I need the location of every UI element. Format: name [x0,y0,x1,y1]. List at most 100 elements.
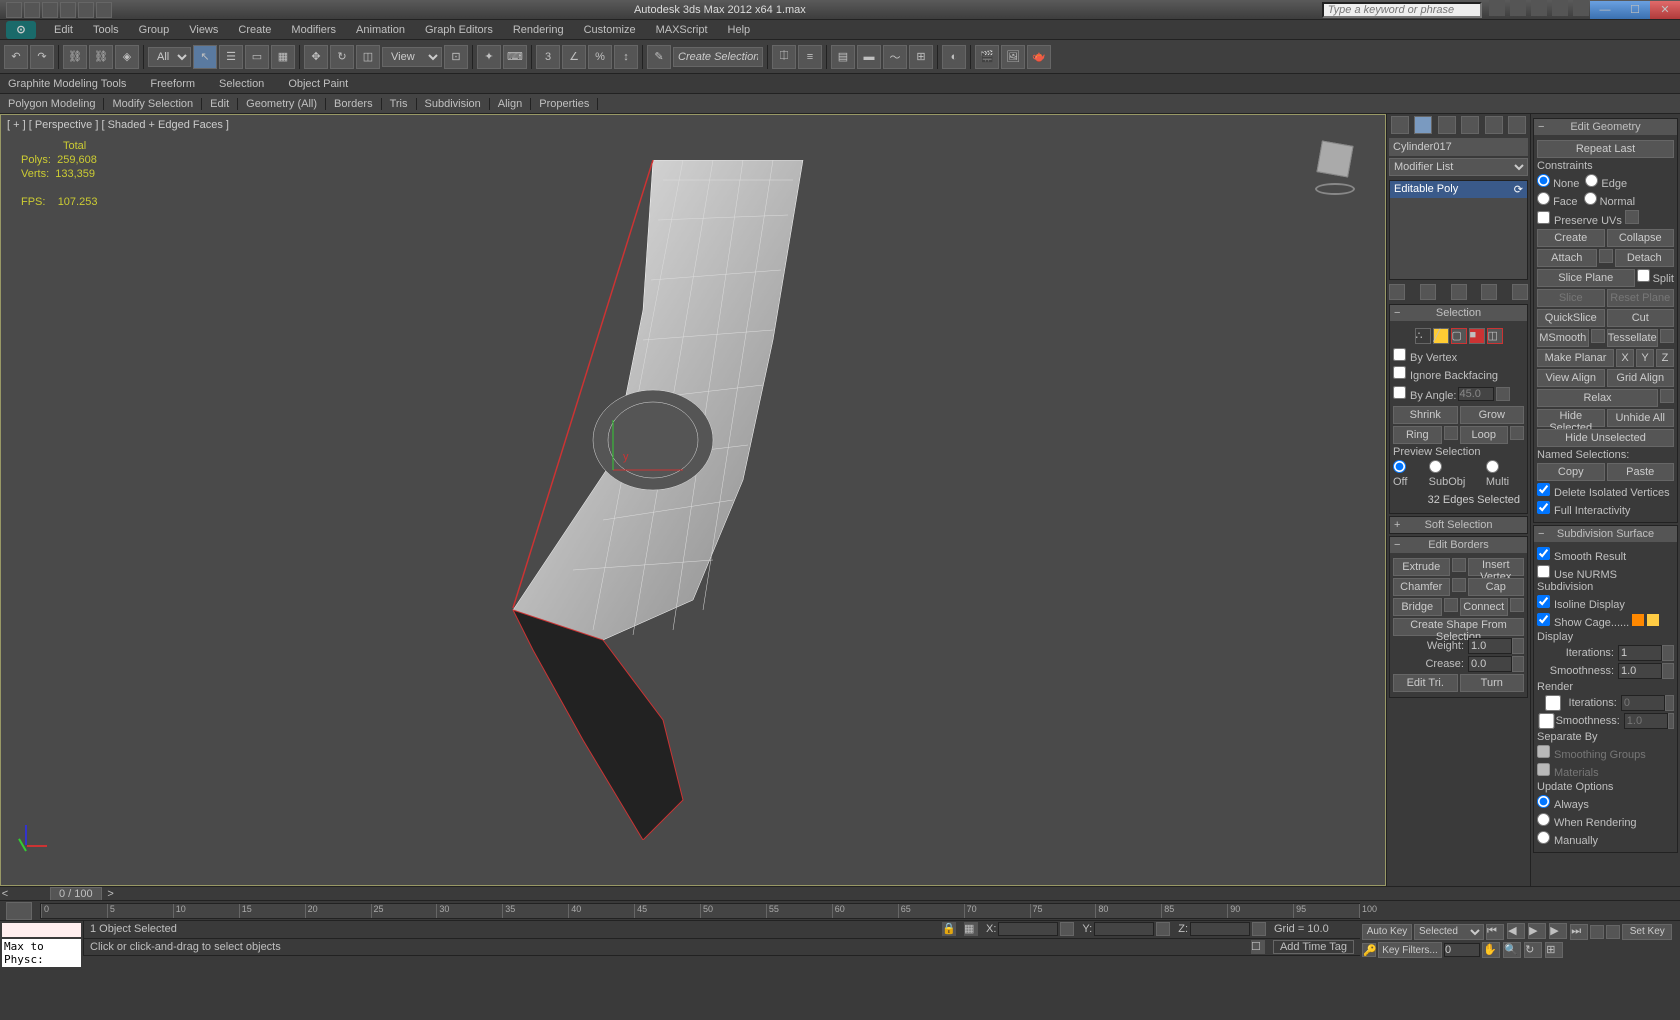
panel-subdivision[interactable]: Subdivision [417,98,490,110]
edit-named-sel-icon[interactable]: ✎ [647,45,671,69]
msmooth-settings-icon[interactable] [1591,329,1605,343]
maximize-button[interactable]: ☐ [1620,1,1650,19]
panel-polygon-modeling[interactable]: Polygon Modeling [0,98,104,110]
slice-button[interactable]: Slice [1537,289,1605,307]
prev-frame-icon[interactable]: ◀ [1507,923,1525,939]
spinner-arrows-icon[interactable] [1662,663,1674,679]
menu-tools[interactable]: Tools [83,24,129,36]
goto-start-icon[interactable]: ⏮ [1486,924,1504,940]
transform-type-icon[interactable]: ▦ [964,922,978,936]
spinner-arrows-icon[interactable] [1252,922,1266,936]
help-icon[interactable] [1573,0,1589,16]
set-key-button[interactable]: Set Key [1622,924,1672,940]
spinner-arrows-icon[interactable] [1156,922,1170,936]
preview-multi-radio[interactable]: Multi [1486,460,1524,488]
object-name-input[interactable] [1393,140,1535,154]
menu-group[interactable]: Group [129,24,180,36]
panel-geometry-all[interactable]: Geometry (All) [238,98,326,110]
spinner-arrows-icon[interactable] [1662,645,1674,661]
update-manually-radio[interactable]: Manually [1537,831,1674,847]
qat-link-icon[interactable] [96,2,112,18]
percent-snap-icon[interactable]: % [588,45,612,69]
qat-redo-icon[interactable] [78,2,94,18]
pan-icon[interactable]: ✋ [1482,942,1500,958]
create-shape-button[interactable]: Create Shape From Selection [1393,618,1524,636]
unique-icon[interactable] [1451,284,1467,300]
planar-z-button[interactable]: Z [1656,349,1674,367]
spinner-arrows-icon[interactable] [1060,922,1074,936]
cut-button[interactable]: Cut [1607,309,1675,327]
modifier-stack[interactable]: Editable Poly⟳ [1389,180,1528,280]
polygon-level-icon[interactable]: ■ [1469,328,1485,344]
repeat-last-button[interactable]: Repeat Last [1537,140,1674,158]
auto-key-button[interactable]: Auto Key [1362,924,1412,940]
coord-y-input[interactable] [1094,922,1154,936]
favorites-icon[interactable] [1552,0,1568,16]
key-mode-icon[interactable] [1590,925,1604,939]
grid-align-button[interactable]: Grid Align [1607,369,1675,387]
tab-selection[interactable]: Selection [219,78,264,90]
rotate-icon[interactable]: ↻ [330,45,354,69]
edge-level-icon[interactable]: ╱ [1433,328,1449,344]
snap-icon[interactable]: 3 [536,45,560,69]
render-smoothness-spinner[interactable] [1624,713,1668,729]
remove-mod-icon[interactable] [1481,284,1497,300]
coord-z-input[interactable] [1190,922,1250,936]
chamfer-settings-icon[interactable] [1452,578,1466,592]
undo-icon[interactable]: ↶ [4,45,28,69]
paste-named-button[interactable]: Paste [1607,463,1675,481]
menu-maxscript[interactable]: MAXScript [646,24,718,36]
ref-coord-dropdown[interactable]: View [382,47,442,67]
spinner-arrows-icon[interactable] [1512,656,1524,672]
zoom-icon[interactable]: 🔍 [1503,942,1521,958]
panel-properties[interactable]: Properties [531,98,598,110]
viewcube[interactable] [1305,135,1365,195]
panel-modify-selection[interactable]: Modify Selection [104,98,202,110]
trackbar-config-icon[interactable] [6,902,32,920]
make-planar-button[interactable]: Make Planar [1537,349,1614,367]
time-slider[interactable]: 0 / 100 [50,887,102,901]
constraint-normal-radio[interactable]: Normal [1584,192,1636,208]
quickslice-button[interactable]: QuickSlice [1537,309,1605,327]
qat-new-icon[interactable] [6,2,22,18]
menu-modifiers[interactable]: Modifiers [281,24,346,36]
preserve-uvs-checkbox[interactable]: Preserve UVs [1537,210,1674,227]
lock-selection-icon[interactable]: 🔒 [942,922,956,936]
unlink-icon[interactable]: ⛓ [89,45,113,69]
viewcube-cube-icon[interactable] [1316,140,1353,177]
key-icon[interactable]: 🔑 [1362,943,1376,957]
update-always-radio[interactable]: Always [1537,795,1674,811]
tessellate-button[interactable]: Tessellate [1607,329,1659,347]
unhide-all-button[interactable]: Unhide All [1607,409,1675,427]
qat-open-icon[interactable] [24,2,40,18]
schematic-icon[interactable]: ⊞ [909,45,933,69]
smoothness-spinner[interactable] [1618,663,1662,679]
viewcube-ring-icon[interactable] [1315,183,1355,195]
subscription-icon[interactable] [1510,0,1526,16]
bridge-button[interactable]: Bridge [1393,598,1442,616]
ignore-backfacing-checkbox[interactable]: Ignore Backfacing [1393,366,1524,382]
relax-settings-icon[interactable] [1660,389,1674,403]
menu-rendering[interactable]: Rendering [503,24,574,36]
collapse-button[interactable]: Collapse [1607,229,1675,247]
border-level-icon[interactable]: ▢ [1451,328,1467,344]
spinner-arrows-icon[interactable] [1512,638,1524,654]
panel-tris[interactable]: Tris [382,98,417,110]
iterations-spinner[interactable] [1618,645,1662,661]
maxscript-listener[interactable]: Max to Physc: [0,921,84,956]
menu-views[interactable]: Views [179,24,228,36]
shrink-button[interactable]: Shrink [1393,406,1458,424]
menu-graph-editors[interactable]: Graph Editors [415,24,503,36]
constraint-none-radio[interactable]: None [1537,174,1579,190]
planar-x-button[interactable]: X [1616,349,1634,367]
full-interactivity-checkbox[interactable]: Full Interactivity [1537,501,1674,517]
update-rendering-radio[interactable]: When Rendering [1537,813,1674,829]
timebar-right-arrow-icon[interactable]: > [106,888,116,900]
key-filters-button[interactable]: Key Filters... [1378,942,1442,958]
element-level-icon[interactable]: ◫ [1487,328,1503,344]
edit-tri-button[interactable]: Edit Tri. [1393,674,1458,692]
relax-button[interactable]: Relax [1537,389,1658,407]
show-end-icon[interactable] [1420,284,1436,300]
grow-button[interactable]: Grow [1460,406,1525,424]
render-iterations-spinner[interactable] [1621,695,1665,711]
